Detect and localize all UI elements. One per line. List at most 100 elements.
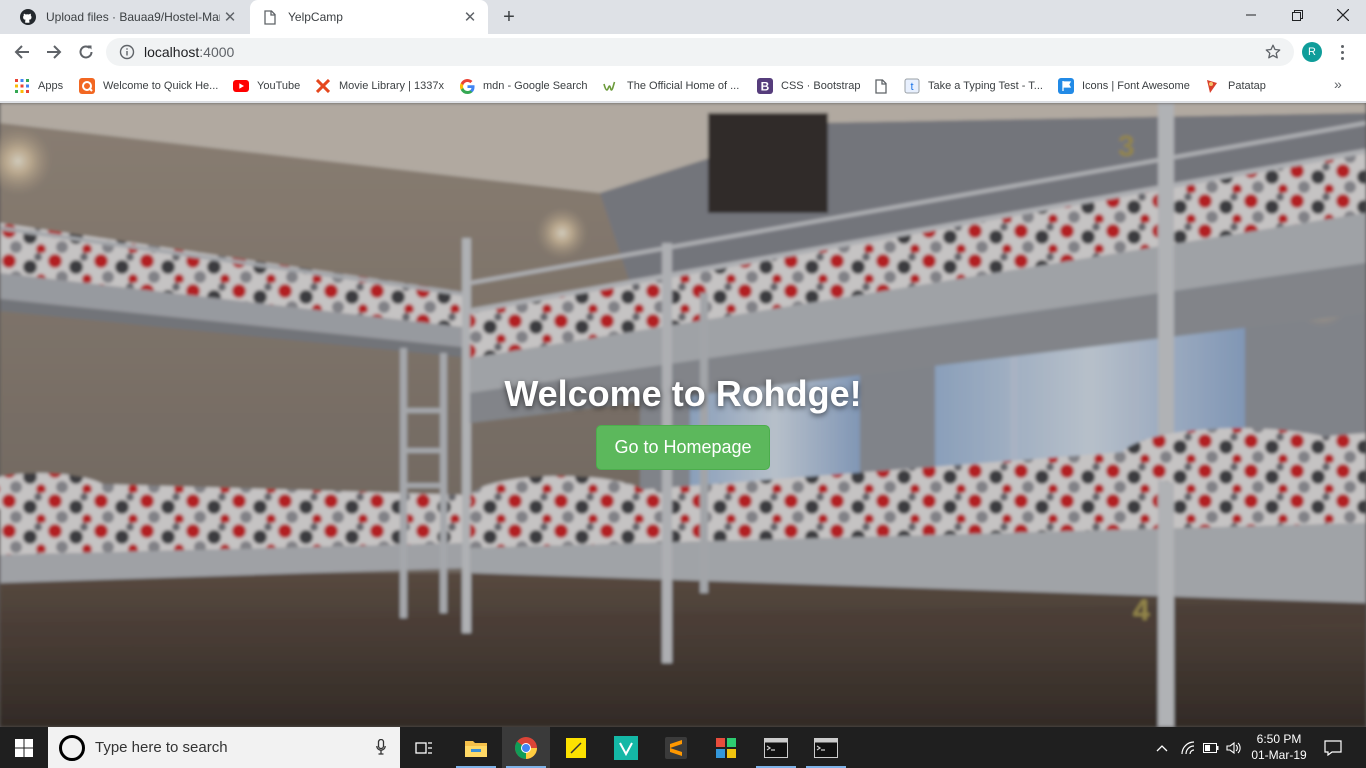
reload-icon: [79, 45, 93, 59]
url-host: localhost: [144, 44, 200, 60]
windows-taskbar: Type here to search 6:50 PM 01-Mar-19: [0, 727, 1366, 768]
sublime-text-icon: [665, 736, 687, 759]
bookmark-mdn-search[interactable]: mdn - Google Search: [459, 76, 588, 96]
1337x-icon: [315, 78, 331, 94]
go-to-homepage-button[interactable]: Go to Homepage: [596, 425, 770, 470]
windows-logo-icon: [15, 738, 33, 757]
minimize-button[interactable]: [1228, 0, 1274, 30]
bookmark-untitled-page[interactable]: [873, 76, 897, 96]
clock-time: 6:50 PM: [1256, 732, 1302, 746]
landing-page: 3 4 Welcome to Rohdge! Go to Homepage: [0, 103, 1366, 727]
multicolor-app-icon: [716, 737, 736, 758]
terminal-icon: [814, 737, 838, 758]
page-icon: [873, 78, 889, 94]
bookmark-typing-test[interactable]: t Take a Typing Test - T...: [904, 76, 1043, 96]
bootstrap-icon: B: [757, 78, 773, 94]
new-tab-button[interactable]: +: [498, 6, 520, 28]
site-icon: [603, 78, 619, 94]
close-window-button[interactable]: [1320, 0, 1366, 30]
search-placeholder: Type here to search: [95, 739, 228, 756]
more-bookmarks-chevron-icon[interactable]: »: [1334, 76, 1342, 92]
bookmark-font-awesome[interactable]: Icons | Font Awesome: [1058, 76, 1190, 96]
url-port: :4000: [199, 44, 235, 60]
bookmark-label: CSS · Bootstrap: [781, 80, 861, 92]
folder-icon: [465, 740, 487, 757]
taskbar-search-box[interactable]: Type here to search: [48, 727, 400, 768]
chrome-icon: [514, 736, 537, 759]
bookmark-label: YouTube: [257, 80, 301, 92]
bookmark-label: Patatap: [1228, 80, 1266, 92]
taskbar-clock[interactable]: 6:50 PM 01-Mar-19: [1246, 731, 1312, 763]
start-button[interactable]: [0, 727, 48, 768]
browser-toolbar: localhost:4000 R: [0, 34, 1366, 70]
restore-button[interactable]: [1274, 0, 1320, 30]
tab-github-upload[interactable]: Upload files · Bauaa9/Hostel-Manag ✕: [8, 0, 248, 34]
battery-icon[interactable]: [1200, 727, 1222, 768]
back-arrow-icon: [14, 45, 29, 59]
bookmark-1337x[interactable]: Movie Library | 1337x: [315, 76, 444, 96]
apps-grid-icon: [14, 78, 30, 94]
tab-title: YelpCamp: [288, 10, 343, 24]
google-icon: [459, 78, 475, 94]
bookmark-label: Welcome to Quick He...: [103, 80, 219, 92]
task-view-button[interactable]: [400, 727, 448, 768]
microphone-icon[interactable]: [376, 738, 386, 760]
file-explorer-button[interactable]: [452, 727, 500, 768]
bookmark-label: Icons | Font Awesome: [1082, 80, 1190, 92]
site-info-icon[interactable]: [119, 44, 135, 60]
bookmark-patatap[interactable]: Patatap: [1204, 76, 1266, 96]
font-awesome-icon: [1058, 78, 1074, 94]
forward-button[interactable]: [40, 38, 68, 66]
cortana-icon: [59, 734, 85, 761]
sublime-text-button[interactable]: [652, 727, 700, 768]
browser-tab-strip: Upload files · Bauaa9/Hostel-Manag ✕ Yel…: [0, 0, 1366, 34]
terminal-icon: [764, 737, 788, 758]
command-prompt-button-2[interactable]: [802, 727, 850, 768]
profile-avatar[interactable]: R: [1302, 42, 1322, 62]
hero-content: Welcome to Rohdge! Go to Homepage: [0, 373, 1366, 470]
volume-icon[interactable]: [1223, 727, 1245, 768]
bookmark-label: Apps: [38, 80, 64, 92]
sticky-notes-icon: [566, 737, 586, 758]
browser-menu-icon[interactable]: [1336, 40, 1348, 64]
bookmark-official-home[interactable]: The Official Home of ...: [603, 76, 739, 96]
wifi-icon[interactable]: [1177, 727, 1199, 768]
github-icon: [20, 9, 36, 25]
close-tab-icon[interactable]: ✕: [220, 7, 240, 27]
page-icon: [262, 9, 278, 25]
bookmark-apps[interactable]: Apps: [14, 76, 63, 96]
bookmark-bootstrap[interactable]: B CSS · Bootstrap: [757, 76, 860, 96]
address-bar[interactable]: localhost:4000: [106, 38, 1294, 66]
back-button[interactable]: [8, 38, 36, 66]
show-hidden-icons-chevron-icon[interactable]: [1152, 727, 1172, 768]
tab-title: Upload files · Bauaa9/Hostel-Manag: [46, 10, 220, 24]
command-prompt-button-1[interactable]: [752, 727, 800, 768]
task-view-icon: [415, 741, 432, 754]
chrome-taskbar-button[interactable]: [502, 727, 550, 768]
notification-icon: [1324, 739, 1342, 756]
forward-arrow-icon: [47, 45, 62, 59]
tab-yelpcamp[interactable]: YelpCamp ✕: [250, 0, 488, 34]
action-center-button[interactable]: [1318, 727, 1348, 768]
page-title: Welcome to Rohdge!: [504, 373, 862, 414]
app-teal-button[interactable]: [602, 727, 650, 768]
reload-button[interactable]: [72, 38, 100, 66]
clock-date: 01-Mar-19: [1251, 748, 1307, 762]
svg-text:t: t: [910, 81, 913, 93]
close-tab-icon[interactable]: ✕: [460, 7, 480, 27]
bookmark-youtube[interactable]: YouTube: [233, 76, 300, 96]
bookmarks-bar: Apps Welcome to Quick He... YouTube Movi…: [0, 70, 1366, 102]
youtube-icon: [233, 78, 249, 94]
app-icon: [614, 735, 638, 760]
office-app-button[interactable]: [702, 727, 750, 768]
quick-heal-icon: [79, 78, 95, 94]
address-url: localhost:4000: [144, 44, 234, 60]
bookmark-quick-heal[interactable]: Welcome to Quick He...: [79, 76, 218, 96]
sticky-notes-button[interactable]: [552, 727, 600, 768]
bookmark-star-icon[interactable]: [1264, 43, 1282, 61]
bookmark-label: Movie Library | 1337x: [339, 80, 444, 92]
bookmark-label: The Official Home of ...: [627, 80, 740, 92]
bookmark-label: mdn - Google Search: [483, 80, 588, 92]
typing-test-icon: t: [904, 78, 920, 94]
svg-text:B: B: [761, 80, 770, 94]
